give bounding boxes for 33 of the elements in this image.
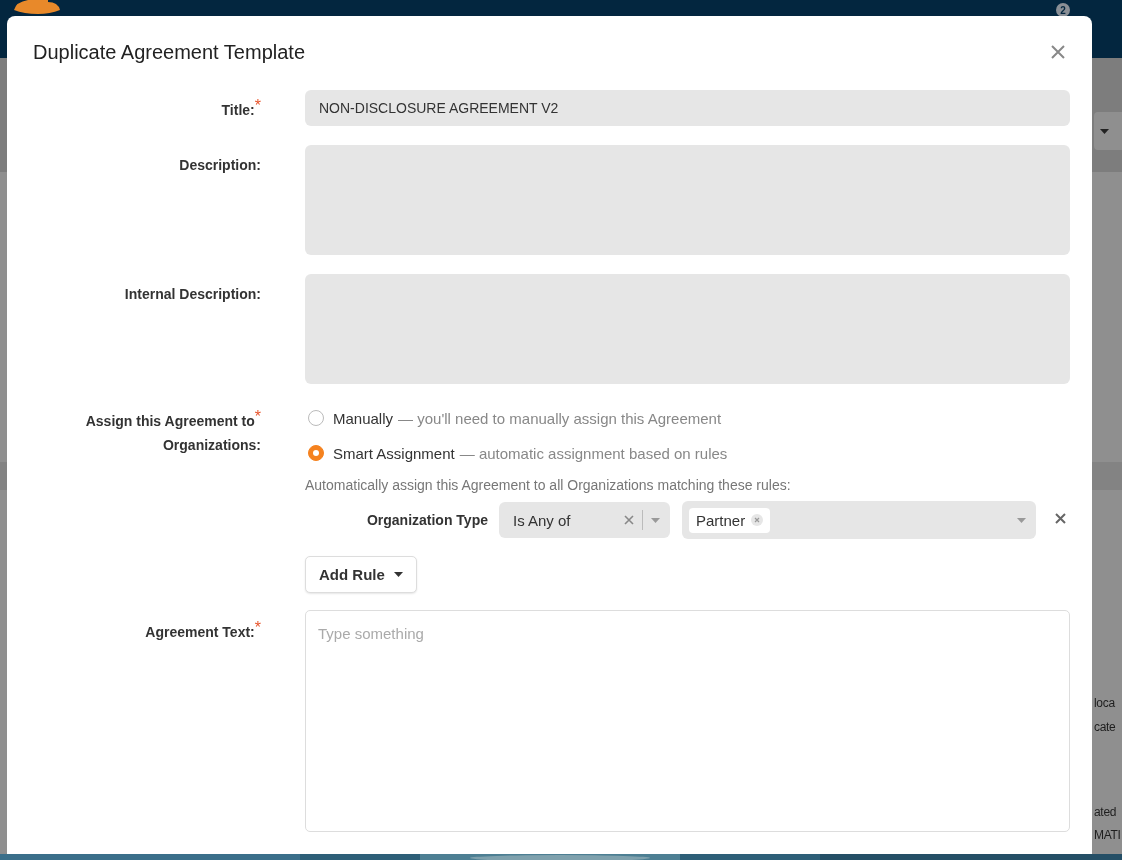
clear-icon[interactable] bbox=[624, 515, 634, 525]
field-label: Internal Description: bbox=[124, 285, 261, 304]
caret-icon[interactable] bbox=[1017, 517, 1026, 523]
agreement-text-editor[interactable]: Type something bbox=[305, 610, 1070, 832]
option-label[interactable]: Manually bbox=[333, 409, 394, 427]
close-icon bbox=[1055, 512, 1066, 524]
field-label: Description: bbox=[179, 156, 261, 175]
dialog-title: Duplicate Agreement Template bbox=[33, 40, 305, 64]
text-fragment: ated bbox=[1094, 805, 1117, 819]
operator-select[interactable]: Is Any of bbox=[499, 502, 670, 538]
logo-icon bbox=[14, 0, 62, 14]
radio-button[interactable] bbox=[308, 445, 324, 461]
rules-intro: Automatically assign this Agreement to all Organizations matching these rules: bbox=[305, 477, 792, 493]
caret-icon bbox=[393, 572, 403, 577]
notification-badge[interactable]: 2 bbox=[1056, 3, 1070, 17]
remove-tag-icon[interactable] bbox=[751, 514, 764, 526]
value-select[interactable]: Partner bbox=[682, 501, 1036, 539]
option-hint: — automatic assignment based on rules bbox=[459, 444, 728, 462]
title-field[interactable]: NON-DISCLOSURE AGREEMENT V2 bbox=[305, 90, 1070, 126]
caret-icon[interactable] bbox=[651, 517, 660, 523]
add-rule-button[interactable]: Add Rule bbox=[305, 556, 417, 593]
text-fragment: MATI bbox=[1094, 828, 1121, 842]
text-fragment: cate bbox=[1094, 720, 1116, 734]
rule-field: Organization Type bbox=[305, 512, 488, 528]
option-label[interactable]: Smart Assignment bbox=[333, 444, 455, 462]
close-button[interactable] bbox=[1050, 44, 1066, 60]
radio-button[interactable] bbox=[308, 410, 324, 426]
option-hint: — you'll need to manually assign this Agreement bbox=[398, 409, 722, 427]
close-icon bbox=[1050, 44, 1066, 60]
caret-icon bbox=[1100, 128, 1109, 134]
text-fragment: loca bbox=[1094, 696, 1115, 710]
dropdown[interactable] bbox=[1094, 112, 1122, 150]
value-tag[interactable]: Partner bbox=[689, 507, 771, 533]
